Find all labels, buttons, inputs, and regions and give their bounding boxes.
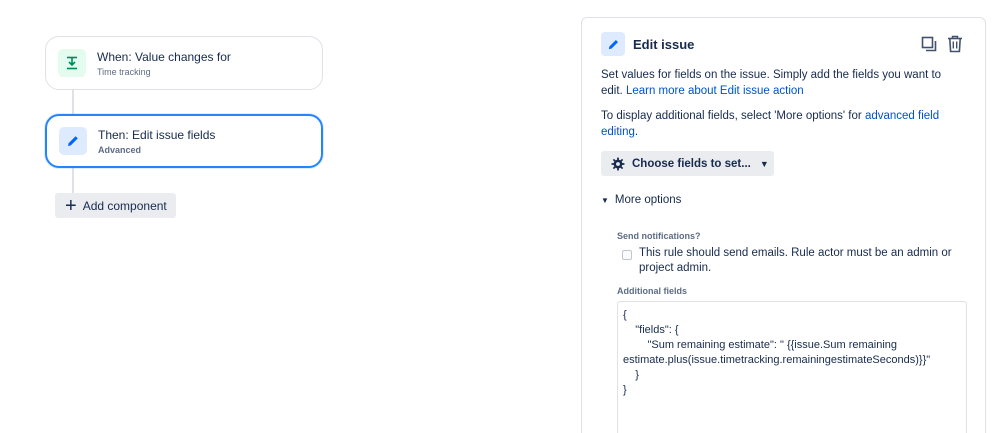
gear-icon	[611, 156, 625, 171]
learn-more-link[interactable]: Learn more about Edit issue action	[626, 85, 804, 97]
trigger-title: When: Value changes for	[97, 49, 231, 64]
trigger-subtitle: Time tracking	[97, 66, 151, 77]
send-notifications-label: Send notifications?	[617, 231, 701, 241]
choose-fields-label: Choose fields to set...	[632, 157, 751, 170]
panel-title: Edit issue	[633, 36, 695, 52]
more-options-label: More options	[614, 194, 682, 206]
chevron-down-icon: ▼	[759, 158, 769, 169]
trash-icon[interactable]	[946, 34, 964, 54]
pencil-icon	[59, 127, 87, 155]
additional-fields-label: Additional fields	[617, 286, 688, 296]
plus-icon: +	[65, 194, 77, 217]
trigger-icon	[58, 49, 86, 77]
action-title: Then: Edit issue fields	[98, 127, 216, 142]
panel-header: Edit issue	[601, 32, 694, 56]
add-component-button[interactable]: + Add component	[55, 193, 176, 218]
choose-fields-button[interactable]: Choose fields to set... ▼	[601, 151, 774, 176]
flow-connector-bottom	[72, 168, 74, 194]
flow-connector-top	[72, 90, 74, 115]
advanced-suffix: .	[634, 126, 639, 138]
send-notifications-checkbox[interactable]	[622, 250, 632, 260]
duplicate-icon[interactable]	[920, 34, 938, 54]
chevron-down-icon: ▼	[601, 195, 609, 205]
pencil-icon	[601, 32, 625, 56]
advanced-text: To display additional fields, select 'Mo…	[601, 108, 961, 140]
edit-issue-panel: Edit issue Set values for fields on the …	[581, 17, 986, 433]
add-component-label: Add component	[82, 198, 167, 213]
panel-actions	[920, 34, 964, 54]
advanced-body: To display additional fields, select 'Mo…	[601, 110, 862, 122]
more-options-toggle[interactable]: ▼ More options	[601, 194, 681, 206]
additional-fields-input[interactable]: { "fields": { "Sum remaining estimate": …	[617, 301, 967, 433]
description-text: Set values for fields on the issue. Simp…	[601, 67, 961, 99]
trigger-node[interactable]: When: Value changes for Time tracking	[45, 36, 323, 90]
action-node[interactable]: Then: Edit issue fields Advanced	[45, 114, 323, 168]
send-notifications-text: This rule should send emails. Rule actor…	[639, 247, 952, 274]
action-subtitle: Advanced	[98, 144, 142, 155]
